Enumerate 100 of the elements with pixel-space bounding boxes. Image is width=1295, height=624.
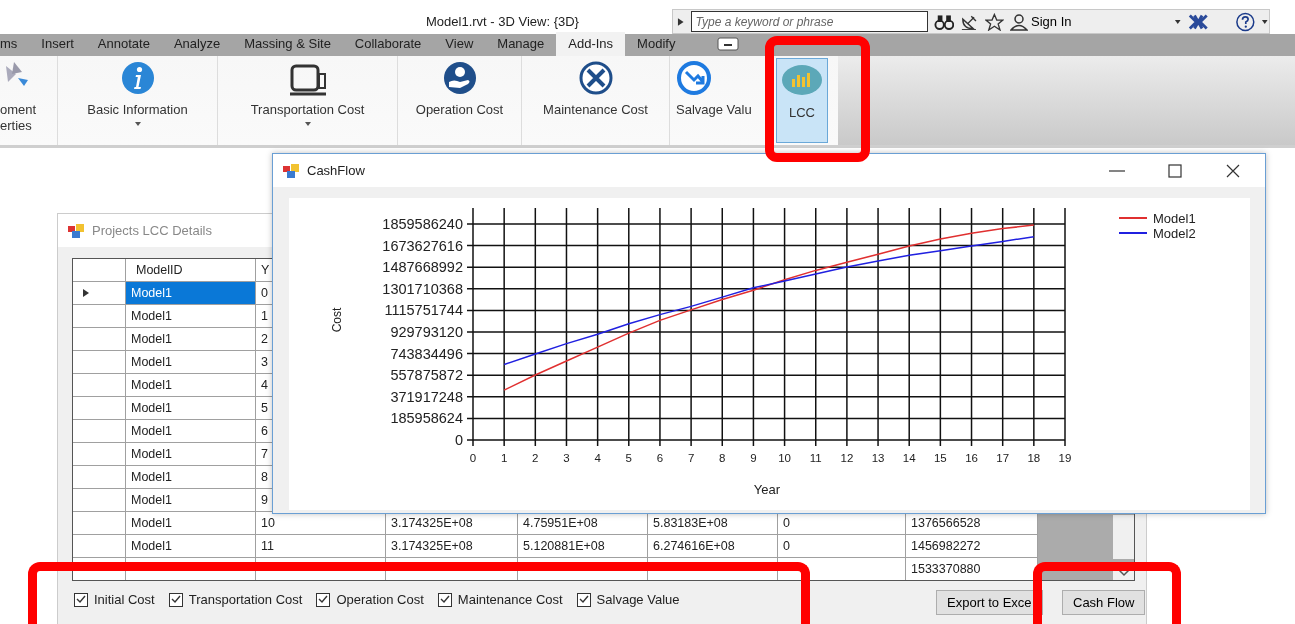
row-header[interactable] — [73, 489, 126, 512]
y-tick-label: 1673627616 — [382, 237, 463, 254]
ribbon-tab[interactable]: ms — [0, 31, 30, 56]
x-tick-label: 19 — [1058, 452, 1072, 464]
checkbox[interactable] — [316, 592, 331, 607]
checkbox[interactable] — [168, 592, 183, 607]
caret-icon[interactable] — [1261, 18, 1269, 25]
checkbox-label: Transportation Cost — [188, 591, 303, 609]
ribbon-tab[interactable]: Add-Ins — [556, 31, 626, 56]
ribbon-tab[interactable]: Analyze — [161, 31, 233, 56]
minimize-ribbon-icon[interactable] — [717, 37, 740, 51]
table-cell: 11 — [256, 535, 386, 558]
checkbox[interactable] — [437, 592, 452, 607]
row-header[interactable] — [73, 305, 126, 328]
row-header[interactable] — [73, 282, 126, 305]
caret-icon[interactable] — [1173, 18, 1182, 25]
search-field[interactable]: Type a keyword or phrase — [690, 11, 928, 32]
scroll-down-icon[interactable] — [1117, 569, 1130, 577]
wrench-screwdriver-icon — [577, 60, 614, 96]
ribbon-tab[interactable]: Insert — [29, 31, 86, 56]
ribbon-button[interactable]: Operation Cost — [398, 56, 522, 145]
x-tick-label: 14 — [902, 452, 916, 464]
table-cell: Model1 — [126, 328, 256, 351]
checkbox[interactable] — [576, 592, 591, 607]
x-tick-label: 17 — [996, 452, 1010, 464]
table-cell: 3.174325E+08 — [386, 535, 518, 558]
table-cell: Model1 — [126, 397, 256, 420]
ribbon-tab[interactable]: Collaborate — [342, 31, 434, 56]
checkbox-label: Initial Cost — [94, 591, 155, 609]
ribbon-button[interactable]: Basic Information — [58, 56, 218, 145]
table-cell: Model1 — [126, 420, 256, 443]
close-icon — [1225, 163, 1241, 178]
table-cell: 0 — [778, 512, 906, 535]
x-tick-label: 2 — [532, 452, 539, 464]
y-tick-label: 185958624 — [390, 410, 463, 427]
y-tick-label: 929793120 — [390, 324, 463, 340]
current-row-icon — [83, 289, 89, 297]
row-header[interactable] — [73, 420, 126, 443]
ribbon-tab[interactable]: View — [433, 31, 486, 56]
exchange-x-icon[interactable] — [1187, 12, 1210, 31]
row-header[interactable] — [73, 512, 126, 535]
row-header[interactable] — [73, 443, 126, 466]
ribbon-tab[interactable]: Annotate — [85, 31, 162, 56]
ribbon-button[interactable]: Salvage Valu — [670, 56, 766, 145]
ribbon-button[interactable]: oment erties — [0, 56, 58, 145]
ribbon-tab[interactable]: Manage — [485, 31, 557, 56]
y-tick-label: 0 — [454, 432, 463, 448]
table-cell: Model1 — [126, 512, 256, 535]
x-tick-label: 1 — [500, 452, 508, 464]
scrollbar[interactable] — [1113, 515, 1134, 559]
ribbon-button[interactable]: Maintenance Cost — [522, 56, 670, 145]
table-cell: 5.120881E+08 — [518, 535, 648, 558]
row-header[interactable] — [73, 374, 126, 397]
legend-label: Model1 — [1153, 211, 1196, 226]
cash-flow-button[interactable]: Cash Flow — [1062, 590, 1146, 615]
binoculars-icon[interactable] — [933, 12, 955, 31]
x-tick-label: 10 — [778, 452, 791, 464]
row-header[interactable] — [73, 466, 126, 489]
y-tick-label: 557875872 — [390, 367, 463, 384]
export-button[interactable]: Export to Exce — [936, 590, 1043, 615]
table-cell: 4.75951E+08 — [518, 512, 648, 535]
row-header[interactable] — [73, 328, 126, 351]
help-icon[interactable] — [1234, 11, 1256, 32]
x-tick-label: 12 — [840, 452, 854, 464]
row-header[interactable] — [73, 351, 126, 374]
checkbox[interactable] — [74, 592, 88, 607]
table-cell: Model1 — [126, 535, 256, 558]
row-header[interactable] — [73, 397, 126, 420]
window-title: Model1.rvt - 3D View: {3D} — [426, 13, 579, 31]
table-cell: 10 — [256, 512, 386, 535]
ribbon-tab[interactable]: Massing & Site — [232, 31, 343, 56]
table-cell: Model1 — [126, 374, 256, 397]
table-cell: Model1 — [126, 282, 256, 305]
x-tick-label: 3 — [563, 452, 570, 464]
y-tick-label: 1301710368 — [382, 280, 463, 297]
row-header[interactable] — [73, 535, 126, 558]
y-tick-label: 1859586240 — [382, 216, 463, 232]
x-tick-label: 7 — [687, 452, 695, 464]
sign-in-button[interactable]: Sign In — [1009, 11, 1072, 32]
table-cell: 6.274616E+08 — [648, 535, 778, 558]
table-cell: Model1 — [126, 351, 256, 374]
star-icon[interactable] — [985, 12, 1004, 31]
y-tick-label: 743834496 — [390, 345, 463, 362]
x-tick-label: 8 — [719, 452, 726, 464]
table-cell: Model1 — [126, 466, 256, 489]
x-tick-label: 16 — [965, 452, 978, 464]
checkbox-label: Salvage Value — [596, 591, 680, 609]
minimize-icon — [1109, 169, 1125, 172]
expand-arrow-icon[interactable] — [677, 16, 685, 27]
down-arrow-circle-icon — [676, 60, 712, 96]
table-cell: 3.174325E+08 — [386, 512, 518, 535]
y-tick-label: 371917248 — [390, 388, 463, 405]
y-tick-label: 1487668992 — [382, 259, 463, 276]
x-tick-label: 18 — [1027, 452, 1041, 464]
table-cell: Model1 — [126, 489, 256, 512]
ribbon-button[interactable]: LCC — [776, 58, 828, 143]
ribbon-button[interactable]: Transportation Cost — [218, 56, 398, 145]
table-cell: 1456982272 — [906, 535, 1038, 558]
ribbon-tab[interactable]: Modify — [625, 31, 688, 56]
checkbox-label: Operation Cost — [336, 591, 424, 609]
